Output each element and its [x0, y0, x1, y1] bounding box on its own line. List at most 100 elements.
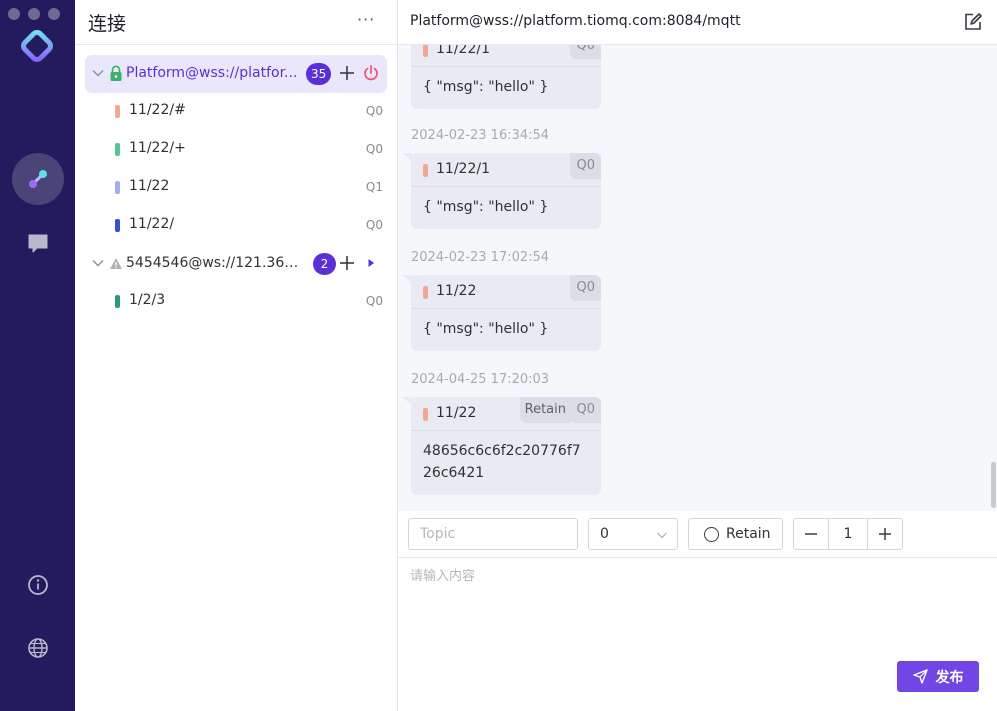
nav-chat-button[interactable] — [25, 230, 51, 256]
connections-icon — [29, 170, 47, 188]
more-menu-button[interactable]: ··· — [357, 10, 375, 29]
publish-label: 发布 — [935, 669, 964, 686]
connections-panel: 连接 ··· Platform@wss://platfor... 35 11/2… — [75, 0, 398, 711]
message-header: 11/22/1 Q0 — [411, 153, 601, 187]
subscription-topic: 11/22/ — [129, 216, 175, 232]
subscription-color-tag — [115, 105, 120, 118]
unread-count-badge: 2 — [313, 253, 336, 275]
connection-title: Platform@wss://platform.tiomq.com:8084/m… — [410, 13, 741, 29]
message-qos: Q0 — [570, 45, 601, 59]
message-bubble[interactable]: 11/22/1 Q0 { "msg": "hello" } — [411, 45, 601, 109]
sidebar — [0, 0, 75, 711]
info-icon — [28, 575, 48, 595]
publish-button[interactable]: 发布 — [897, 661, 979, 692]
nav-settings-button[interactable] — [25, 635, 51, 661]
message-topic: 11/22/1 — [436, 161, 490, 177]
payload-count-stepper: 1 — [793, 518, 903, 550]
logo-icon — [21, 30, 53, 62]
subscription-qos: Q0 — [365, 104, 383, 118]
message-view: Platform@wss://platform.tiomq.com:8084/m… — [398, 0, 997, 711]
chevron-down-icon — [657, 532, 667, 539]
message-header: 11/22 Retain Q0 — [411, 397, 601, 431]
radio-unchecked-icon — [704, 527, 719, 542]
message-payload: { "msg": "hello" } — [423, 321, 549, 337]
disconnect-power-icon[interactable] — [362, 64, 380, 82]
panel-title: 连接 — [88, 13, 127, 35]
message-payload: 48656c6c6f2c20776f726c6421 — [423, 443, 581, 481]
message-list-scrollbar[interactable] — [991, 462, 996, 508]
add-subscription-button[interactable] — [337, 63, 357, 83]
subscription-color-tag — [115, 143, 120, 156]
payload-placeholder: 请输入内容 — [410, 569, 476, 584]
message-bubble[interactable]: 11/22/1 Q0 { "msg": "hello" } — [402, 153, 601, 229]
message-list[interactable]: 11/22/1 Q0 { "msg": "hello" } 2024-02-23… — [398, 45, 997, 511]
globe-icon — [28, 638, 48, 658]
payload-editor[interactable]: 请输入内容 发布 — [398, 558, 997, 711]
message-qos: Q0 — [570, 397, 601, 423]
message-view-header: Platform@wss://platform.tiomq.com:8084/m… — [398, 0, 997, 45]
message-color-tag — [423, 408, 428, 421]
chevron-down-icon[interactable] — [91, 256, 105, 270]
message-color-tag — [423, 164, 428, 177]
message-topic: 11/22/1 — [436, 45, 490, 57]
message-timestamp: 2024-04-25 17:20:03 — [411, 372, 550, 387]
unread-count-badge: 35 — [306, 63, 332, 85]
subscription-color-tag — [115, 295, 120, 308]
message-bubble[interactable]: 11/22 Q0 { "msg": "hello" } — [402, 275, 601, 351]
message-bubble[interactable]: 11/22 Retain Q0 48656c6c6f2c20776f726c64… — [402, 397, 601, 495]
message-retain-flag: Retain — [519, 397, 571, 423]
subscription-item[interactable]: 11/22 Q1 — [115, 177, 387, 199]
nav-about-button[interactable] — [25, 572, 51, 598]
subscription-qos: Q1 — [365, 180, 383, 194]
subscription-item[interactable]: 1/2/3 Q0 — [115, 291, 387, 313]
nav-connections-button[interactable] — [12, 153, 64, 205]
subscription-topic: 11/22/+ — [129, 140, 186, 156]
subscription-item[interactable]: 11/22/ Q0 — [115, 215, 387, 237]
topic-input[interactable] — [408, 518, 578, 550]
lock-icon — [110, 65, 122, 81]
qos-select[interactable]: 0 — [588, 518, 678, 550]
publish-options-bar: 0 Retain 1 — [398, 511, 997, 558]
subscription-topic: 11/22 — [129, 178, 170, 194]
window-maximize-button[interactable] — [48, 8, 60, 20]
retain-label: Retain — [726, 526, 771, 542]
connect-play-icon[interactable] — [362, 254, 380, 272]
message-color-tag — [423, 45, 428, 57]
subscription-topic: 1/2/3 — [129, 292, 166, 308]
connection-item[interactable]: 5454546@ws://121.36.14... 2 — [85, 245, 387, 283]
message-payload: { "msg": "hello" } — [423, 79, 549, 95]
subscription-color-tag — [115, 181, 120, 194]
message-header: 11/22/1 Q0 — [411, 45, 601, 67]
connection-name: Platform@wss://platfor... — [126, 65, 298, 81]
subscription-qos: Q0 — [365, 294, 383, 308]
message-color-tag — [423, 286, 428, 299]
increment-button[interactable] — [867, 519, 902, 549]
warning-icon — [110, 258, 122, 269]
window-minimize-button[interactable] — [28, 8, 40, 20]
connection-name: 5454546@ws://121.36.14... — [126, 255, 301, 271]
message-header: 11/22 Q0 — [411, 275, 601, 309]
edit-icon[interactable] — [963, 12, 983, 32]
subscription-item[interactable]: 11/22/+ Q0 — [115, 139, 387, 161]
decrement-button[interactable] — [794, 519, 829, 549]
connection-item[interactable]: Platform@wss://platfor... 35 — [85, 55, 387, 93]
subscription-qos: Q0 — [365, 142, 383, 156]
chat-icon — [28, 234, 48, 253]
send-icon — [912, 669, 928, 684]
message-qos: Q0 — [570, 153, 601, 179]
message-payload: { "msg": "hello" } — [423, 199, 549, 215]
add-subscription-button[interactable] — [337, 253, 357, 273]
stepper-value[interactable]: 1 — [829, 526, 867, 542]
window-close-button[interactable] — [8, 8, 20, 20]
connections-panel-header: 连接 ··· — [75, 0, 397, 45]
message-timestamp: 2024-02-23 17:02:54 — [411, 250, 550, 265]
subscription-topic: 11/22/# — [129, 102, 186, 118]
message-topic: 11/22 — [436, 405, 477, 421]
subscription-item[interactable]: 11/22/# Q0 — [115, 101, 387, 123]
plus-icon — [879, 528, 891, 540]
retain-toggle[interactable]: Retain — [688, 518, 783, 550]
chevron-down-icon[interactable] — [91, 66, 105, 80]
message-topic: 11/22 — [436, 283, 477, 299]
message-timestamp: 2024-02-23 16:34:54 — [411, 128, 550, 143]
message-qos: Q0 — [570, 275, 601, 301]
